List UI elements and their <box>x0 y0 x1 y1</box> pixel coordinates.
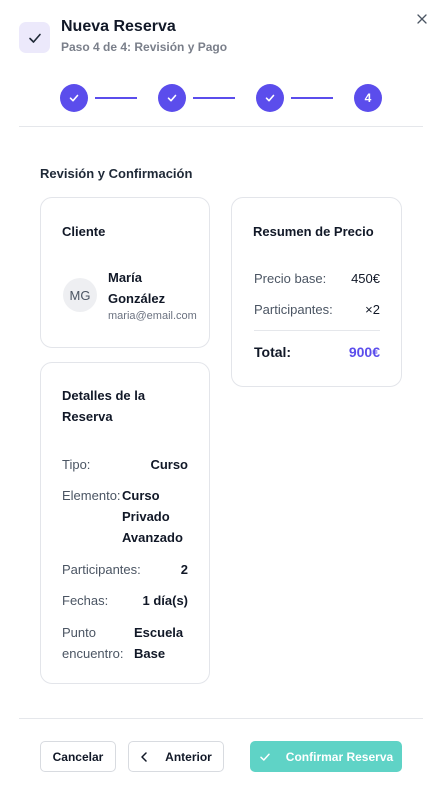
participants-label: Participantes: <box>254 302 333 317</box>
booking-details-card: Detalles de la Reserva Tipo: Curso Eleme… <box>40 362 210 684</box>
total-label: Total: <box>254 344 292 360</box>
step-2-complete <box>158 84 186 112</box>
section-title: Revisión y Confirmación <box>40 166 193 181</box>
detail-label-participants: Participantes: <box>62 562 141 577</box>
step-4-current: 4 <box>354 84 382 112</box>
cancel-button-label: Cancelar <box>52 749 104 764</box>
close-button[interactable] <box>414 11 430 27</box>
check-icon <box>19 22 50 53</box>
detail-value-item: Curso Privado Avanzado <box>122 488 183 545</box>
header-divider <box>19 126 423 127</box>
base-price-label: Precio base: <box>254 271 327 286</box>
check-icon <box>260 753 270 761</box>
client-card: Cliente MG María González maria@email.co… <box>40 197 210 348</box>
back-button-label: Anterior <box>165 749 212 764</box>
detail-value-meeting-point: Escuela Base <box>134 625 184 661</box>
step-connector <box>291 97 333 99</box>
footer-divider <box>19 718 423 719</box>
client-name: María González <box>108 270 166 306</box>
modal-title: Nueva Reserva <box>61 18 176 35</box>
detail-label-type: Tipo: <box>62 457 91 472</box>
detail-value-dates: 1 día(s) <box>142 593 188 608</box>
close-icon <box>417 14 427 24</box>
step-3-complete <box>256 84 284 112</box>
chevron-left-icon <box>141 751 147 762</box>
confirm-button-label: Confirmar Reserva <box>285 749 394 764</box>
price-divider <box>254 330 380 331</box>
cancel-button[interactable]: Cancelar <box>40 741 116 772</box>
price-summary-card: Resumen de Precio Precio base: 450€ Part… <box>231 197 402 387</box>
participants-multiplier: ×2 <box>365 302 380 317</box>
step-connector <box>95 97 137 99</box>
details-card-title: Detalles de la Reserva <box>62 388 146 424</box>
step-1-complete <box>60 84 88 112</box>
avatar: MG <box>63 278 97 312</box>
client-card-title: Cliente <box>62 224 106 239</box>
step-connector <box>193 97 235 99</box>
check-icon <box>167 94 177 102</box>
modal-subtitle: Paso 4 de 4: Revisión y Pago <box>61 40 228 54</box>
detail-label-dates: Fechas: <box>62 593 109 608</box>
total-value: 900€ <box>348 344 380 360</box>
check-icon <box>265 94 275 102</box>
detail-value-type: Curso <box>150 457 188 472</box>
detail-value-participants: 2 <box>180 562 188 577</box>
price-card-title: Resumen de Precio <box>253 224 374 239</box>
back-button[interactable]: Anterior <box>128 741 224 772</box>
detail-label-item: Elemento: <box>62 488 121 503</box>
base-price-value: 450€ <box>351 271 380 286</box>
progress-stepper: 4 <box>0 84 441 114</box>
modal-header: Nueva Reserva Paso 4 de 4: Revisión y Pa… <box>0 0 441 80</box>
check-icon <box>69 94 79 102</box>
confirm-booking-button[interactable]: Confirmar Reserva <box>250 741 402 772</box>
client-email: maria@email.com <box>108 310 197 322</box>
detail-label-meeting-point: Punto encuentro: <box>62 625 124 661</box>
